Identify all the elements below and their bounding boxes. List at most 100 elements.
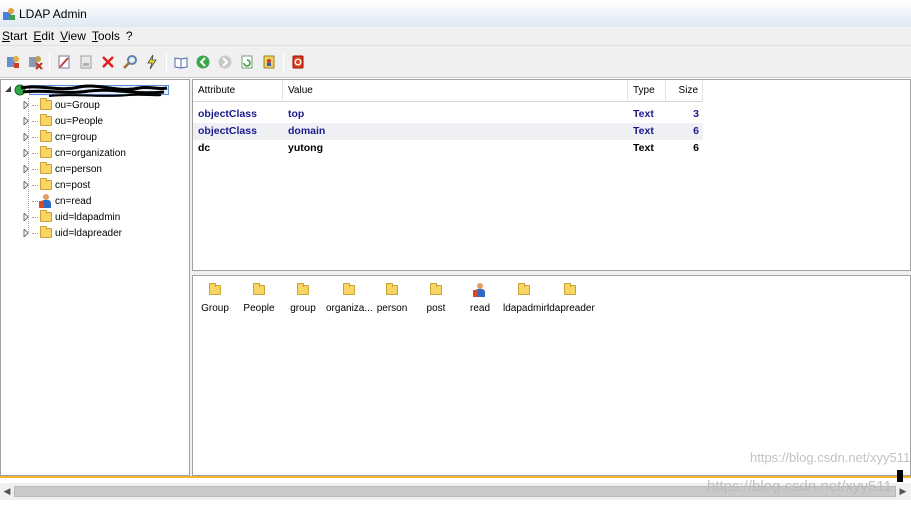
- child-entry[interactable]: read: [459, 282, 501, 314]
- child-entry-label: group: [290, 303, 316, 314]
- folder-icon: [297, 283, 309, 295]
- tree-connector: [32, 152, 38, 154]
- refresh-icon[interactable]: [236, 51, 258, 73]
- export-icon[interactable]: [258, 51, 280, 73]
- child-entry[interactable]: People: [238, 282, 280, 314]
- tree-item-label: cn=read: [55, 195, 92, 207]
- tree-connector: [32, 120, 38, 122]
- attribute-row[interactable]: objectClass top Text 3: [193, 106, 703, 123]
- expand-arrow-icon[interactable]: [22, 149, 30, 157]
- tree-item-label: ou=People: [55, 115, 104, 127]
- folder-icon: [40, 210, 52, 222]
- column-header-attribute[interactable]: Attribute: [193, 80, 283, 102]
- folder-icon: [40, 226, 52, 238]
- expand-arrow-icon[interactable]: [22, 181, 30, 189]
- toolbar-separator: [49, 51, 50, 72]
- collapse-arrow-icon[interactable]: [4, 86, 12, 94]
- child-entry[interactable]: Group: [194, 282, 236, 314]
- tree-connector: [32, 136, 38, 138]
- expand-arrow-icon[interactable]: [22, 133, 30, 141]
- attribute-value: domain: [288, 125, 326, 137]
- scroll-left-icon[interactable]: ◀: [0, 483, 14, 500]
- tree-item-label: cn=group: [55, 131, 97, 143]
- folder-icon: [40, 178, 52, 190]
- tree-item-label: cn=post: [55, 179, 91, 191]
- attribute-row[interactable]: dc yutong Text 6: [193, 140, 703, 157]
- rename-icon[interactable]: [75, 51, 97, 73]
- column-header-type[interactable]: Type: [628, 80, 666, 102]
- tree-item[interactable]: cn=group: [22, 129, 97, 145]
- toolbar: [0, 45, 911, 78]
- directory-tree[interactable]: ou=Group ou=People cn=group cn=organizat…: [0, 79, 190, 476]
- tree-item-label: cn=organization: [55, 147, 126, 159]
- tree-item-label: cn=person: [55, 163, 102, 175]
- expand-arrow-icon[interactable]: [22, 229, 30, 237]
- back-icon[interactable]: [192, 51, 214, 73]
- lightning-icon[interactable]: [141, 51, 163, 73]
- watermark-text: https://blog.csdn.net/xyy511: [750, 450, 911, 465]
- edit-icon[interactable]: [53, 51, 75, 73]
- child-entry-label: People: [243, 303, 275, 314]
- tree-item-label: uid=ldapadmin: [55, 211, 121, 223]
- folder-icon: [386, 283, 398, 295]
- tree-item-label: uid=ldapreader: [55, 227, 122, 239]
- tree-connector: [32, 200, 38, 202]
- child-entry-label: person: [376, 303, 408, 314]
- book-icon[interactable]: [170, 51, 192, 73]
- right-panel: Attribute Value Type Size objectClass to…: [192, 79, 911, 476]
- child-entry[interactable]: ldapadmin: [503, 282, 549, 314]
- child-entry[interactable]: organiza...: [326, 282, 373, 314]
- child-entry-label: Group: [201, 303, 229, 314]
- menu-tools[interactable]: Tools: [90, 29, 124, 43]
- toolbar-separator: [283, 51, 284, 72]
- exit-icon[interactable]: [287, 51, 309, 73]
- folder-icon: [40, 130, 52, 142]
- tree-item[interactable]: cn=person: [22, 161, 102, 177]
- tree-item[interactable]: cn=post: [22, 177, 90, 193]
- child-entries-view[interactable]: Group People group organiza... person po…: [192, 275, 911, 476]
- tree-item[interactable]: ou=People: [22, 113, 103, 129]
- child-entry[interactable]: post: [415, 282, 457, 314]
- disconnect-icon[interactable]: [24, 51, 46, 73]
- column-header-value[interactable]: Value: [283, 80, 628, 102]
- main-content: ou=Group ou=People cn=group cn=organizat…: [0, 79, 911, 476]
- child-entry[interactable]: person: [371, 282, 413, 314]
- expand-arrow-icon[interactable]: [22, 213, 30, 221]
- menu-view[interactable]: View: [58, 29, 90, 43]
- attribute-size: 6: [693, 142, 699, 154]
- folder-icon: [430, 283, 442, 295]
- attribute-row[interactable]: objectClass domain Text 6: [193, 123, 703, 140]
- folder-ou-icon: [209, 283, 221, 295]
- expand-arrow-icon[interactable]: [22, 117, 30, 125]
- connect-icon[interactable]: [2, 51, 24, 73]
- size-grip[interactable]: [897, 470, 903, 482]
- tree-connector: [32, 232, 38, 234]
- person-icon: [39, 194, 52, 208]
- attribute-type: Text: [633, 125, 654, 137]
- child-entry-label: organiza...: [326, 303, 373, 314]
- tree-item[interactable]: uid=ldapreader: [22, 225, 122, 241]
- tree-item[interactable]: cn=read: [22, 193, 91, 209]
- tree-item[interactable]: uid=ldapadmin: [22, 209, 120, 225]
- folder-ou-icon: [40, 114, 52, 126]
- folder-icon: [343, 283, 355, 295]
- attribute-list[interactable]: Attribute Value Type Size objectClass to…: [192, 79, 911, 271]
- tree-item[interactable]: ou=Group: [22, 97, 100, 113]
- menu-help[interactable]: ?: [124, 29, 137, 43]
- column-header-size[interactable]: Size: [666, 80, 703, 102]
- expand-arrow-icon[interactable]: [22, 165, 30, 173]
- forward-icon[interactable]: [214, 51, 236, 73]
- child-entry[interactable]: group: [282, 282, 324, 314]
- child-entry-label: read: [469, 303, 490, 314]
- tree-item[interactable]: cn=organization: [22, 145, 126, 161]
- expand-arrow-icon[interactable]: [22, 101, 30, 109]
- child-entry[interactable]: ldapreader: [547, 282, 595, 314]
- folder-ou-icon: [40, 98, 52, 110]
- scroll-right-icon[interactable]: ▶: [896, 483, 910, 500]
- menu-edit[interactable]: Edit: [31, 29, 58, 43]
- tree-connector: [32, 184, 38, 186]
- menu-start[interactable]: Start: [0, 29, 31, 43]
- menu-bar: Start Edit View Tools ?: [0, 27, 911, 45]
- delete-icon[interactable]: [97, 51, 119, 73]
- search-icon[interactable]: [119, 51, 141, 73]
